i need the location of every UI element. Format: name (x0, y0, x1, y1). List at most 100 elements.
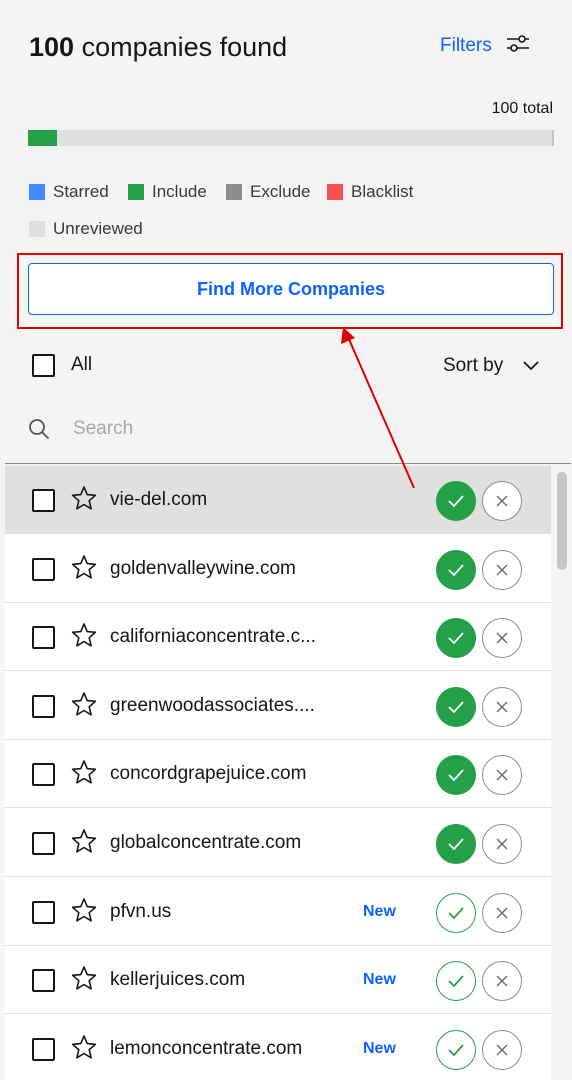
include-button[interactable] (436, 961, 476, 1002)
company-row[interactable]: vie-del.com (5, 466, 551, 534)
row-checkbox[interactable] (32, 763, 55, 787)
row-checkbox[interactable] (32, 832, 55, 855)
company-row[interactable]: californiaconcentrate.c... (5, 603, 551, 672)
legend-swatch-starred (29, 184, 45, 200)
company-row[interactable]: lemonconcentrate.com New (5, 1014, 551, 1080)
chevron-down-icon (523, 354, 539, 378)
exclude-button[interactable] (482, 481, 522, 521)
legend-label-starred: Starred (53, 182, 109, 201)
exclude-button[interactable] (482, 824, 522, 864)
star-icon[interactable] (71, 691, 97, 722)
search-icon (28, 418, 50, 445)
legend-swatch-unreviewed (29, 221, 45, 237)
legend-label-blacklist: Blacklist (351, 182, 414, 201)
company-domain: vie-del.com (110, 489, 208, 510)
row-checkbox[interactable] (32, 489, 55, 512)
company-domain: globalconcentrate.com (110, 832, 302, 853)
exclude-button[interactable] (482, 755, 522, 796)
legend-swatch-blacklist (327, 184, 343, 200)
find-more-companies-button[interactable]: Find More Companies (28, 263, 554, 315)
star-icon[interactable] (71, 485, 97, 516)
close-icon (496, 907, 508, 919)
row-checkbox[interactable] (32, 626, 55, 650)
legend-item-exclude: Exclude (226, 180, 310, 204)
legend-item-unreviewed: Unreviewed (29, 217, 143, 241)
checkmark-icon (448, 906, 464, 919)
sort-by-dropdown[interactable]: Sort by (443, 354, 539, 378)
company-row[interactable]: goldenvalleywine.com (5, 534, 551, 603)
star-icon[interactable] (71, 622, 97, 653)
select-all-checkbox[interactable] (32, 353, 55, 377)
search-input[interactable] (73, 414, 533, 444)
exclude-button[interactable] (482, 686, 522, 727)
legend-item-include: Include (128, 180, 207, 204)
exclude-button[interactable] (482, 549, 522, 590)
results-header: 100 companies found Filters (0, 0, 572, 90)
new-badge: New (363, 902, 396, 920)
checkmark-icon (448, 1044, 464, 1057)
row-checkbox[interactable] (32, 694, 55, 718)
new-badge: New (363, 1039, 396, 1057)
results-count: 100 (29, 32, 75, 62)
exclude-button[interactable] (482, 892, 522, 933)
close-icon (496, 1044, 508, 1056)
star-icon[interactable] (71, 828, 97, 859)
company-domain: kellerjuices.com (110, 969, 246, 991)
close-icon (496, 564, 508, 576)
select-all[interactable]: All (32, 353, 92, 377)
checkmark-icon (448, 563, 464, 576)
checkmark-icon (448, 701, 464, 714)
checkmark-icon (448, 975, 464, 988)
include-button[interactable] (436, 618, 476, 659)
filters-label: Filters (440, 35, 492, 56)
include-button[interactable] (436, 755, 476, 796)
company-row[interactable]: globalconcentrate.com (5, 809, 551, 877)
company-list: vie-del.com goldenvalleywine.com californi… (5, 466, 551, 1080)
exclude-button[interactable] (482, 618, 522, 659)
select-all-label: All (71, 354, 93, 375)
review-progress-bar (28, 130, 554, 146)
legend-label-include: Include (152, 182, 207, 201)
sort-by-label: Sort by (443, 355, 504, 376)
company-row[interactable]: pfvn.us New (5, 877, 551, 946)
row-checkbox[interactable] (32, 900, 55, 924)
company-row[interactable]: kellerjuices.com New (5, 946, 551, 1015)
star-icon[interactable] (71, 897, 97, 928)
checkmark-icon (448, 769, 464, 782)
company-row[interactable]: concordgrapejuice.com (5, 740, 551, 809)
row-checkbox[interactable] (32, 557, 55, 581)
legend-item-blacklist: Blacklist (327, 180, 413, 204)
close-icon (496, 975, 508, 987)
legend-swatch-include (128, 184, 144, 200)
checkmark-icon (448, 632, 464, 645)
include-button[interactable] (436, 549, 476, 590)
include-button[interactable] (436, 892, 476, 933)
include-button[interactable] (436, 686, 476, 727)
company-row[interactable]: greenwoodassociates.... (5, 671, 551, 740)
star-icon[interactable] (71, 965, 97, 996)
row-checkbox[interactable] (32, 1037, 55, 1061)
star-icon[interactable] (71, 554, 97, 585)
company-domain: californiaconcentrate.c... (110, 626, 316, 648)
legend-label-unreviewed: Unreviewed (53, 219, 143, 238)
star-icon[interactable] (71, 1034, 97, 1065)
include-progress-fill (28, 130, 57, 146)
filters-button[interactable]: Filters (440, 32, 530, 60)
include-button[interactable] (436, 1029, 476, 1070)
include-button[interactable] (436, 824, 476, 864)
company-domain: lemonconcentrate.com (110, 1037, 303, 1059)
company-domain: pfvn.us (110, 900, 172, 922)
legend-item-starred: Starred (29, 180, 109, 204)
include-button[interactable] (436, 481, 476, 521)
exclude-button[interactable] (482, 1029, 522, 1070)
row-checkbox[interactable] (32, 969, 55, 993)
total-count-label: 100 total (491, 100, 553, 117)
checkmark-icon (448, 495, 464, 508)
star-icon[interactable] (71, 759, 97, 790)
company-domain: concordgrapejuice.com (110, 763, 307, 785)
list-scrollbar[interactable] (552, 466, 572, 1080)
exclude-button[interactable] (482, 961, 522, 1002)
scrollbar-thumb[interactable] (557, 472, 567, 570)
sliders-icon (506, 33, 530, 60)
page-title: 100 companies found (29, 30, 287, 64)
